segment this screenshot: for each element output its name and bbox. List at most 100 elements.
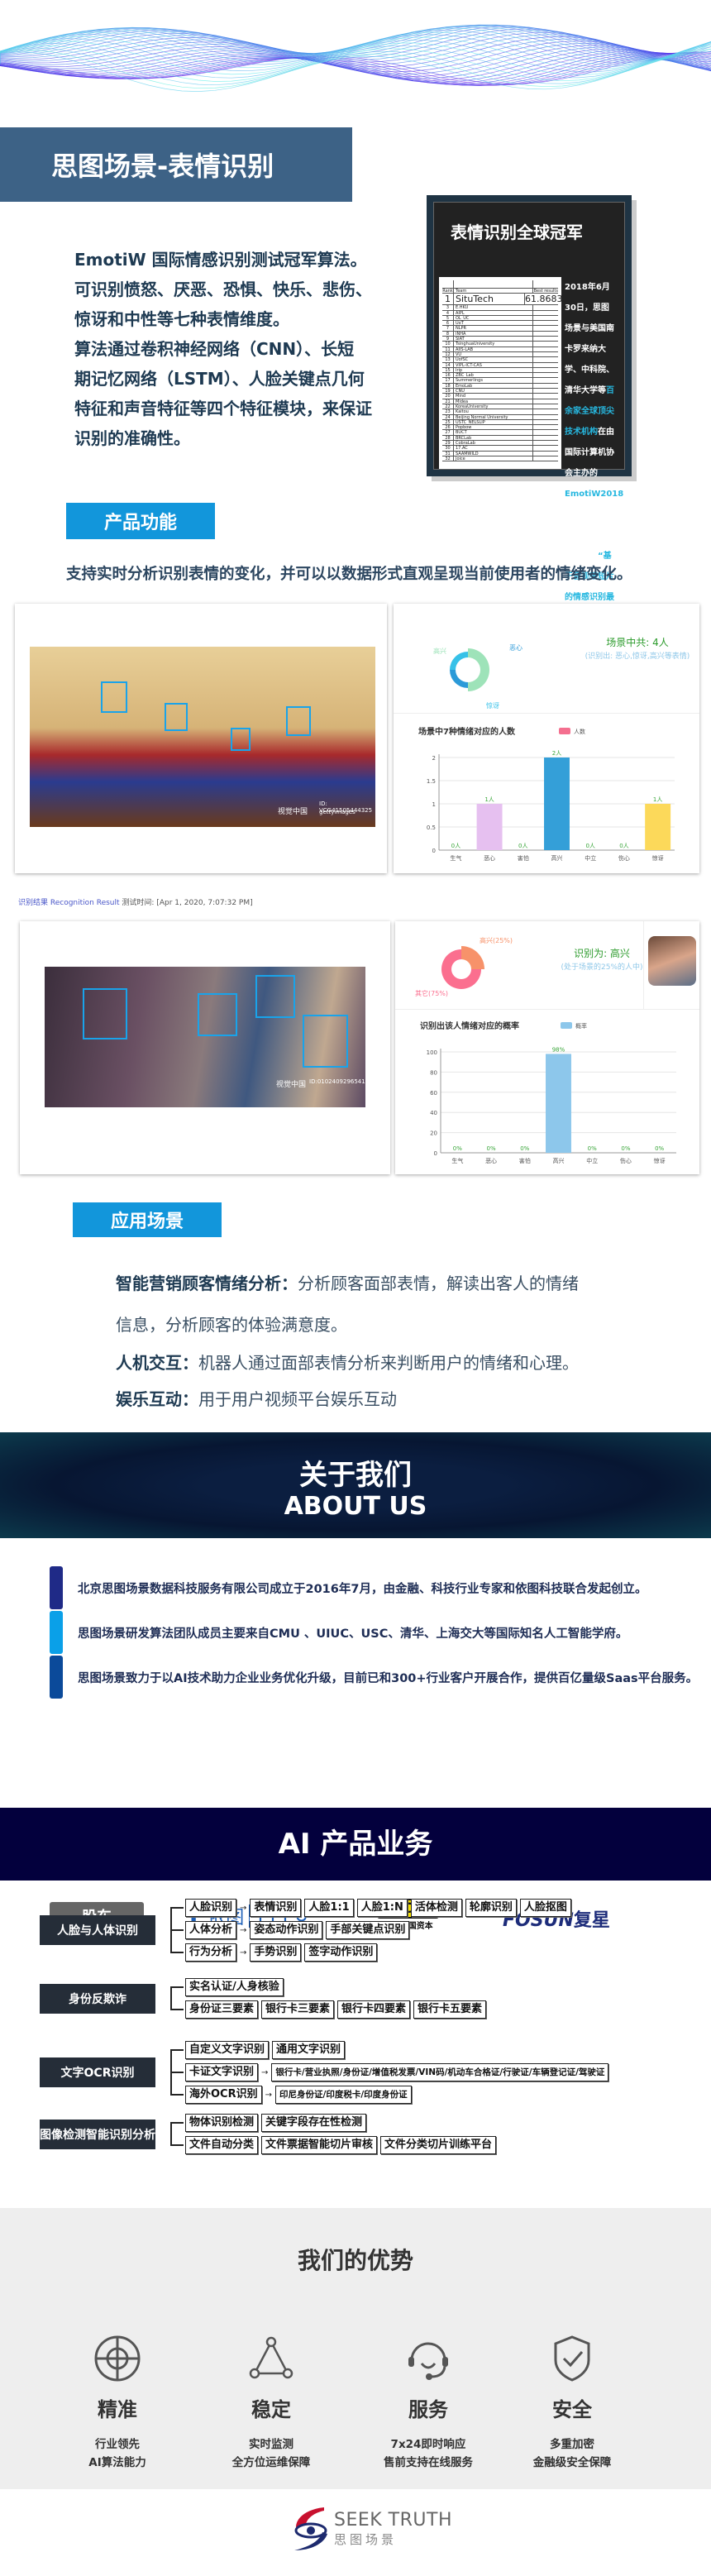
product-item: 文件分类切片训练平台 bbox=[380, 2136, 497, 2154]
product-group-label: 文字OCR识别 bbox=[40, 2057, 155, 2087]
x-tick-label: 伤心 bbox=[620, 1157, 632, 1164]
product-row: 文件自动分类 文件票据智能切片审核 文件分类切片训练平台 bbox=[169, 2136, 497, 2154]
x-tick-label: 生气 bbox=[450, 854, 461, 862]
intro-line: EmotiW 国际情感识别测试冠军算法。 bbox=[74, 250, 367, 270]
headset-icon bbox=[403, 2342, 453, 2387]
about-item: 思图场景致力于以AI技术助力企业业务优化升级，目前已和300+行业客户开展合作，… bbox=[50, 1656, 698, 1699]
seek-truth-logo: SEEK TRUTH 思图场景 bbox=[291, 2506, 452, 2552]
product-item: 文件票据智能切片审核 bbox=[261, 2136, 378, 2154]
product-item: 身份证三要素 bbox=[185, 2000, 259, 2019]
face-thumbnail bbox=[648, 936, 696, 986]
product-item: 自定义文字识别 bbox=[185, 2041, 270, 2059]
x-tick-label: 恶心 bbox=[484, 855, 495, 862]
product-row: 物体识别检测 关键字段存在性检测 bbox=[169, 2114, 496, 2132]
advantage-item: 稳定 实时监测 全方位运维保障 bbox=[205, 2334, 337, 2472]
product-item: 印尼身份证/印度税卡/印度身份证 bbox=[275, 2086, 412, 2104]
data-label: 0% bbox=[453, 1145, 462, 1152]
demo1-stats-card: 高兴 恶心 惊讶 场景中共: 4人 (识别出: 恶心,惊讶,高兴等表情) 场景中7种… bbox=[394, 604, 699, 873]
product-item: 人体分析 bbox=[185, 1921, 237, 1939]
product-row: 海外OCR识别 → 印尼身份证/印度税卡/印度身份证 bbox=[169, 2086, 608, 2104]
people-count: 场景中共: 4人 bbox=[606, 637, 669, 648]
y-tick-label: 0 bbox=[434, 1150, 437, 1157]
x-tick-label: 高兴 bbox=[553, 1157, 565, 1164]
emotion-probability-bar-chart: 识别出该人情绪对应的概率 概率 0 20 40 60 80 100 0% 生气 0% 恶心 0% 害怕 98… bbox=[420, 1020, 676, 1164]
x-tick-label: 害怕 bbox=[519, 1157, 531, 1164]
product-item: 姿态动作识别 bbox=[250, 1921, 323, 1939]
product-item: 人脸1:1 bbox=[304, 1899, 354, 1917]
sports-fans-photo: 视觉中国 ID: VCG41505444325 gettyimages bbox=[30, 647, 375, 827]
product-item: 银行卡/营业执照/身份证/增值税发票/VIN码/机动车合格证/行驶证/车辆登记证… bbox=[271, 2063, 609, 2081]
x-tick-label: 害怕 bbox=[518, 854, 529, 862]
shield-check-icon bbox=[547, 2335, 597, 2387]
intro-text: EmotiW 国际情感识别测试冠军算法。 可识别愤怒、厌恶、恐惧、快乐、悲伤、 惊讶… bbox=[74, 245, 389, 453]
y-tick-label: 1 bbox=[432, 801, 436, 808]
triangle-nodes-icon bbox=[246, 2336, 296, 2387]
y-tick-label: 2 bbox=[432, 755, 436, 762]
x-tick-label: 惊讶 bbox=[652, 854, 664, 862]
product-item: 银行卡五要素 bbox=[413, 2000, 487, 2019]
about-item: 北京思图场景数据科技服务有限公司成立于2016年7月，由金融、科技行业专家和依图… bbox=[50, 1566, 647, 1609]
x-tick-label: 高兴 bbox=[551, 854, 563, 862]
probability-donut-chart: 高兴(25%) 其它(75%) bbox=[415, 936, 513, 997]
bullet-bar bbox=[50, 1566, 63, 1609]
product-item: 签字动作识别 bbox=[304, 1943, 378, 1962]
data-label: 1人 bbox=[484, 796, 494, 803]
donut-slice bbox=[468, 648, 489, 691]
advantage-item: 精准 行业领先 AI算法能力 bbox=[51, 2334, 184, 2472]
product-item: 通用文字识别 bbox=[272, 2041, 346, 2059]
chart-title: 识别出该人情绪对应的概率 bbox=[420, 1020, 519, 1031]
data-label: 98% bbox=[552, 1046, 565, 1053]
product-item: 表情识别 bbox=[250, 1899, 302, 1917]
intro-line: 期记忆网络（LSTM）、人脸关键点几何 bbox=[74, 369, 365, 389]
product-row: 卡证文字识别 → 银行卡/营业执照/身份证/增值税发票/VIN码/机动车合格证/行驶… bbox=[169, 2063, 609, 2081]
advantage-item: 安全 多重加密 金融级安全保障 bbox=[506, 2334, 638, 2472]
product-item: 人脸抠图 bbox=[519, 1899, 571, 1917]
legend-swatch bbox=[559, 728, 570, 734]
product-row: 身份证三要素 银行卡三要素 银行卡四要素 银行卡五要素 bbox=[169, 2000, 487, 2019]
legend-label: 人数 bbox=[574, 728, 585, 735]
x-tick-label: 生气 bbox=[451, 1157, 463, 1164]
donut-label: 高兴 bbox=[433, 647, 446, 655]
product-row: 人体分析 → 姿态动作识别 手部关键点识别 bbox=[170, 1921, 571, 1939]
champion-title: 表情识别全球冠军 bbox=[451, 222, 583, 242]
y-tick-label: 0 bbox=[432, 848, 436, 854]
intro-line: 特征和声音特征等四个特征模块，来保证 bbox=[74, 399, 372, 418]
product-item: 行为分析 bbox=[185, 1943, 237, 1962]
arrow-icon: → bbox=[240, 1903, 247, 1913]
leaderboard-row: 32 Joice bbox=[442, 456, 558, 462]
advantages-title: 我们的优势 bbox=[297, 2247, 413, 2274]
donut-slice bbox=[450, 670, 468, 688]
emotion-count-bar-chart: 场景中7种情绪对应的人数 人数 0 0.5 1 1.5 2 0人生气 1人恶心 0人害怕 2人高兴 0… bbox=[418, 726, 675, 862]
demo1-photo-card: 视觉中国 ID: VCG41505444325 gettyimages bbox=[15, 604, 387, 873]
data-label: 0人 bbox=[585, 843, 594, 849]
y-tick-label: 0.5 bbox=[427, 824, 436, 831]
leaderboard-table: Rank Team Best results 1 SituTech 61.8683 3E… bbox=[439, 277, 561, 469]
intro-line: 识别的准确性。 bbox=[74, 428, 190, 448]
legend-swatch bbox=[561, 1022, 572, 1029]
product-item: 手部关键点识别 bbox=[326, 1921, 410, 1939]
y-tick-label: 60 bbox=[430, 1090, 437, 1097]
bar bbox=[544, 758, 570, 850]
data-label: 0人 bbox=[451, 843, 460, 849]
friends-photo: 视觉中国 ID:0102409296541 bbox=[45, 967, 365, 1107]
wave-banner bbox=[0, 24, 711, 92]
product-row: 实名认证/人身核验 bbox=[169, 1978, 486, 1996]
donut-slice bbox=[450, 652, 468, 670]
y-tick-label: 20 bbox=[430, 1130, 437, 1137]
application-item: 智能营销顾客情绪分析：分析顾客面部表情，解读出客人的情绪 bbox=[116, 1274, 579, 1293]
bullet-bar bbox=[50, 1656, 63, 1699]
demo2-stats-card: 高兴(25%) 其它(75%) 识别为: 高兴 (处于场景的25%的人中) 识别出… bbox=[395, 921, 699, 1174]
donut-label: 其它(75%) bbox=[415, 989, 448, 997]
arrow-icon: → bbox=[240, 1948, 247, 1957]
y-tick-label: 40 bbox=[430, 1110, 437, 1116]
eye-logo-icon bbox=[294, 2507, 327, 2550]
product-group: 人脸与人体识别 人脸识别 → 表情识别 人脸1:1 人脸1:N 活体检测 轮廓识别 人脸抠图 人体… bbox=[40, 1899, 571, 1962]
product-item: 关键字段存在性检测 bbox=[261, 2114, 367, 2132]
features-tag: 产品功能 bbox=[66, 503, 215, 539]
intro-line: 算法通过卷积神经网络（CNN）、长短 bbox=[74, 339, 355, 359]
x-tick-label: 中立 bbox=[585, 854, 596, 862]
about-banner: 关于我们 ABOUT US bbox=[0, 1432, 711, 1538]
arrow-icon: → bbox=[261, 2067, 269, 2077]
product-item: 文件自动分类 bbox=[185, 2136, 259, 2154]
application-item: 娱乐互动：用于用户视频平台娱乐互动 bbox=[116, 1389, 397, 1409]
